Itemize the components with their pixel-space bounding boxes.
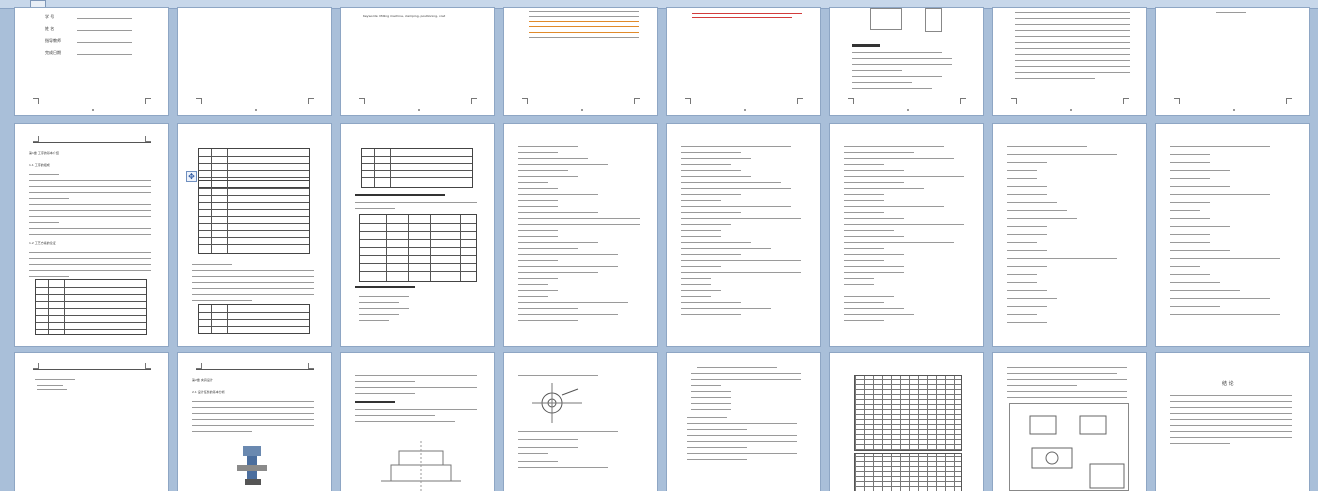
page-16[interactable] — [1156, 124, 1309, 346]
keywords-line: Keywords: Milling machine, clamping, pos… — [363, 14, 446, 18]
page-6[interactable] — [830, 8, 983, 115]
label-advisor: 指导教师 — [45, 38, 61, 43]
section-1-1-title: 1.1 工序的组成 — [29, 163, 50, 167]
spec-table-image — [854, 375, 962, 451]
scroll-thumb[interactable] — [30, 0, 46, 8]
page-2[interactable] — [178, 8, 331, 115]
label-name: 姓 名 — [45, 26, 55, 31]
page-3[interactable]: Keywords: Milling machine, clamping, pos… — [341, 8, 494, 115]
page-19[interactable] — [341, 353, 494, 491]
page-9[interactable]: 第1章 工序的基本介绍 1.1 工序的组成 1.2 工艺方案的论证 — [15, 124, 168, 346]
page-21[interactable] — [667, 353, 820, 491]
page-12[interactable] — [504, 124, 657, 346]
chapter-1-title: 第1章 工序的基本介绍 — [29, 151, 59, 155]
allowance-table — [359, 214, 477, 282]
drawing-thumbnail — [870, 8, 902, 30]
section-2-1-title: 2.1 设计任务的基本分析 — [192, 390, 225, 394]
page-7[interactable] — [993, 8, 1146, 115]
conclusion-title: 结 论 — [1222, 381, 1234, 387]
page-8[interactable] — [1156, 8, 1309, 115]
page-4[interactable] — [504, 8, 657, 115]
fixture-drawing — [381, 441, 461, 491]
chapter-2-title: 第2章 夹具设计 — [192, 378, 213, 382]
milling-machine-photo — [237, 446, 267, 485]
page-5[interactable] — [667, 8, 820, 115]
assembly-drawing — [1009, 403, 1129, 491]
spec-table-image-2 — [854, 453, 962, 491]
page-24[interactable]: 结 论 — [1156, 353, 1309, 491]
page-13[interactable] — [667, 124, 820, 346]
clamp-diagram — [532, 383, 582, 423]
page-10[interactable]: ✥ — [178, 124, 331, 346]
page-11[interactable] — [341, 124, 494, 346]
page-14[interactable] — [830, 124, 983, 346]
page-22[interactable] — [830, 353, 983, 491]
process-table — [35, 279, 147, 335]
section-1-2-title: 1.2 工艺方案的论证 — [29, 241, 56, 245]
process-table-2 — [198, 180, 310, 254]
move-handle-icon[interactable]: ✥ — [186, 171, 197, 182]
page-17[interactable] — [15, 353, 168, 491]
page-15[interactable] — [993, 124, 1146, 346]
page-20[interactable] — [504, 353, 657, 491]
page-1[interactable]: 学 号 姓 名 指导教师 完成日期 — [15, 8, 168, 115]
label-date: 完成日期 — [45, 50, 61, 55]
page-18[interactable]: 第2章 夹具设计 2.1 设计任务的基本分析 — [178, 353, 331, 491]
label-student-id: 学 号 — [45, 14, 55, 19]
page-23[interactable] — [993, 353, 1146, 491]
